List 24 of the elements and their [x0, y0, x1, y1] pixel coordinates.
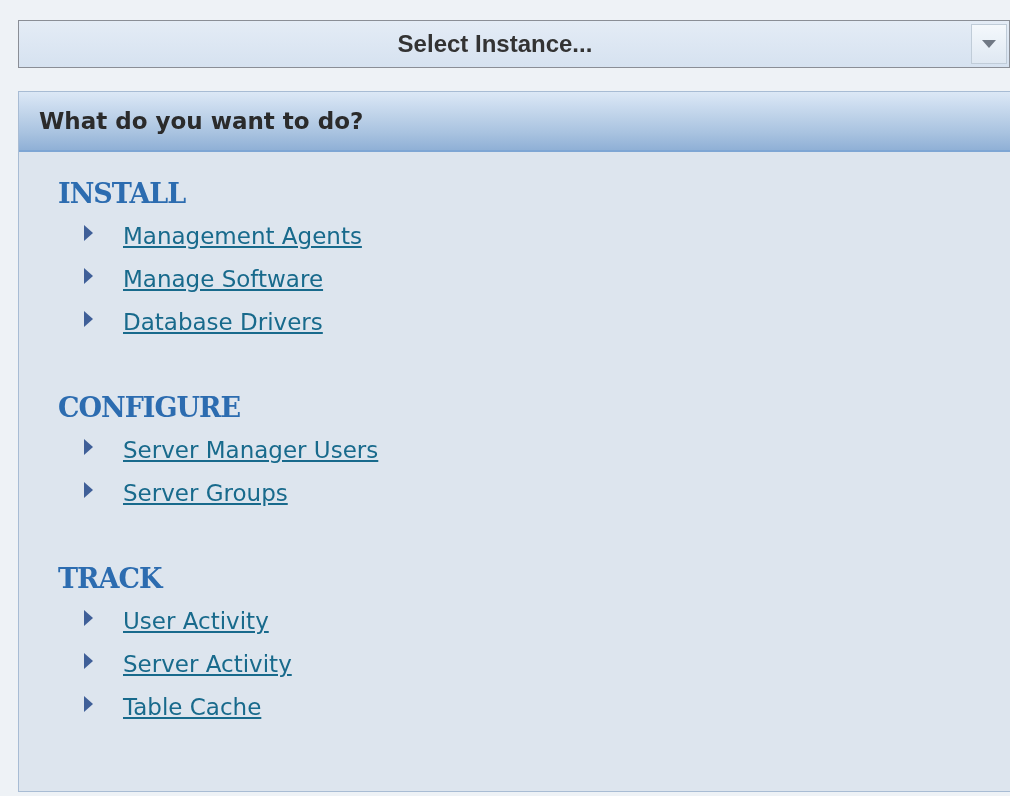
panel-title: What do you want to do? [39, 108, 364, 134]
task-link[interactable]: Management Agents [123, 223, 362, 249]
section-heading: TRACK [58, 563, 164, 594]
task-link[interactable]: Server Manager Users [123, 437, 379, 463]
bullet-arrow-icon [84, 225, 93, 241]
bullet-arrow-icon [84, 653, 93, 669]
section-heading: CONFIGURE [58, 392, 242, 423]
bullet-arrow-icon [84, 482, 93, 498]
task-link[interactable]: Server Groups [123, 480, 288, 506]
instance-select[interactable]: Select Instance... [18, 20, 1010, 68]
task-link[interactable]: Server Activity [123, 651, 292, 677]
bullet-arrow-icon [84, 268, 93, 284]
section-heading: INSTALL [58, 178, 187, 209]
task-link[interactable]: User Activity [123, 608, 269, 634]
dropdown-button[interactable] [971, 24, 1007, 64]
select-placeholder: Select Instance... [396, 30, 594, 58]
task-link[interactable]: Database Drivers [123, 309, 323, 335]
bullet-arrow-icon [84, 696, 93, 712]
bullet-arrow-icon [84, 311, 93, 327]
task-link[interactable]: Table Cache [123, 694, 262, 720]
bullet-arrow-icon [84, 439, 93, 455]
caret-icon [982, 40, 996, 48]
bullet-arrow-icon [84, 610, 93, 626]
task-link[interactable]: Manage Software [123, 266, 324, 292]
